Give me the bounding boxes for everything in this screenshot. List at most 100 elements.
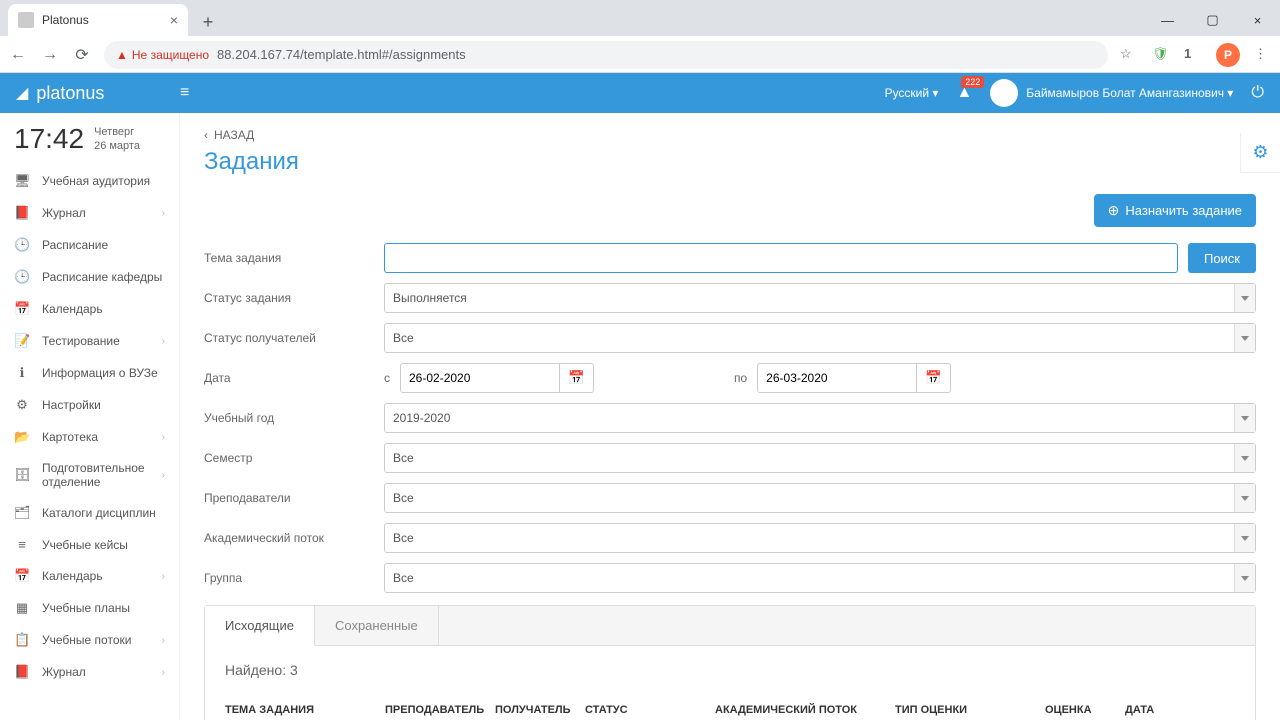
url-input[interactable]: ▲ Не защищено 88.204.167.74/template.htm… <box>104 41 1108 69</box>
logo[interactable]: ◢ platonus <box>16 83 180 104</box>
shield-icon[interactable]: 🛡 <box>1152 46 1170 64</box>
sidebar-item[interactable]: ≡Учебные кейсы <box>0 529 179 560</box>
browser-tab[interactable]: Platonus × <box>8 4 188 36</box>
calendar-icon[interactable]: 📅 <box>560 363 594 393</box>
sidebar-label: Расписание кафедры <box>42 270 165 284</box>
year-select[interactable]: 2019-2020 <box>384 403 1256 433</box>
close-icon[interactable]: × <box>170 12 178 28</box>
stream-label: Академический поток <box>204 531 384 545</box>
sidebar-icon: 🕒 <box>14 269 30 285</box>
tab-outgoing[interactable]: Исходящие <box>205 606 315 646</box>
tab-bar: Platonus × + — ▢ × <box>0 0 1280 36</box>
chevron-right-icon: › <box>162 208 165 219</box>
sidebar-item[interactable]: 🗄Подготовительное отделение› <box>0 453 179 497</box>
sidebar-label: Картотека <box>42 430 150 444</box>
sidebar-item[interactable]: 📅 Календарь › <box>0 560 179 592</box>
sidebar-label: Учебные планы <box>42 601 165 615</box>
sidebar-item[interactable]: 📋Учебные потоки› <box>0 624 179 656</box>
menu-icon[interactable]: ⋮ <box>1254 46 1272 64</box>
date-from-input[interactable] <box>400 363 560 393</box>
logo-text: platonus <box>36 83 104 104</box>
clock: 17:42 Четверг 26 марта <box>0 113 179 165</box>
sidebar-icon: ▦ <box>14 600 30 616</box>
stream-select[interactable]: Все <box>384 523 1256 553</box>
sidebar-item[interactable]: ℹИнформация о ВУЗе <box>0 357 179 389</box>
extension-icons: ☆ 🛡 1 P ⋮ <box>1120 43 1272 67</box>
sidebar-item[interactable]: ▦ Учебные планы <box>0 592 179 624</box>
window-controls: — ▢ × <box>1145 4 1280 36</box>
tab-saved[interactable]: Сохраненные <box>315 606 439 645</box>
content: ‹ НАЗАД Задания ⚙ Назначить задание Тема… <box>180 113 1280 720</box>
found-count: Найдено: 3 <box>205 646 1255 694</box>
sidebar-item[interactable]: 🕒Расписание <box>0 229 179 261</box>
calendar-icon[interactable]: 📅 <box>917 363 951 393</box>
year-label: Учебный год <box>204 411 384 425</box>
chevron-right-icon: › <box>162 571 165 582</box>
chevron-right-icon: › <box>162 336 165 347</box>
date-label: Дата <box>204 371 384 385</box>
teachers-label: Преподаватели <box>204 491 384 505</box>
sidebar-item[interactable]: ⚙Настройки <box>0 389 179 421</box>
user-menu[interactable]: Баймамыров Болат Амангазинович ▾ <box>990 79 1233 107</box>
chevron-right-icon: › <box>162 432 165 443</box>
maximize-button[interactable]: ▢ <box>1190 4 1235 36</box>
sidebar-item[interactable]: 📂 Картотека › <box>0 421 179 453</box>
chevron-right-icon: › <box>162 470 165 481</box>
notifications-button[interactable]: ▲ 222 <box>956 84 972 102</box>
sidebar-label: Учебные потоки <box>42 633 150 647</box>
status-select[interactable]: Выполняется <box>384 283 1256 313</box>
minimize-button[interactable]: — <box>1145 4 1190 36</box>
gear-icon[interactable]: ⚙ <box>1240 133 1280 173</box>
sidebar-item[interactable]: 📕Журнал› <box>0 656 179 688</box>
sidebar-label: Календарь <box>42 569 150 583</box>
sidebar-item[interactable]: 🖥Учебная аудитория <box>0 165 179 197</box>
star-icon[interactable]: ☆ <box>1120 46 1138 64</box>
sidebar-icon: ⚙ <box>14 397 30 413</box>
semester-select[interactable]: Все <box>384 443 1256 473</box>
new-tab-button[interactable]: + <box>194 8 222 36</box>
sidebar-item[interactable]: 📝Тестирование› <box>0 325 179 357</box>
hamburger-icon[interactable]: ≡ <box>180 84 189 102</box>
language-select[interactable]: Русский ▾ <box>885 86 939 100</box>
teachers-select[interactable]: Все <box>384 483 1256 513</box>
reload-button[interactable]: ⟳ <box>72 45 92 65</box>
profile-avatar[interactable]: P <box>1216 43 1240 67</box>
topic-input[interactable] <box>384 243 1178 273</box>
group-label: Группа <box>204 571 384 585</box>
filters: Тема задания Поиск Статус задания Выполн… <box>180 243 1280 593</box>
logo-icon: ◢ <box>16 83 28 103</box>
sidebar-label: Журнал <box>42 665 150 679</box>
col-recipient: ПОЛУЧАТЕЛЬ <box>495 704 585 716</box>
sidebar-item[interactable]: 📅Календарь <box>0 293 179 325</box>
sidebar-label: Информация о ВУЗе <box>42 366 165 380</box>
sidebar-icon: 📂 <box>14 429 30 445</box>
assign-button[interactable]: Назначить задание <box>1094 194 1256 227</box>
sidebar-item[interactable]: 🕒 Расписание кафедры <box>0 261 179 293</box>
content-header: ‹ НАЗАД Задания ⚙ <box>180 113 1280 184</box>
date-to-input[interactable] <box>757 363 917 393</box>
clock-date: Четверг 26 марта <box>94 125 140 154</box>
group-select[interactable]: Все <box>384 563 1256 593</box>
sidebar-icon: 🗂 <box>14 505 30 521</box>
chevron-right-icon: › <box>162 635 165 646</box>
semester-label: Семестр <box>204 451 384 465</box>
sidebar-item[interactable]: 🗂Каталоги дисциплин <box>0 497 179 529</box>
recipient-status-label: Статус получателей <box>204 331 384 345</box>
sidebar-item[interactable]: 📕Журнал› <box>0 197 179 229</box>
search-button[interactable]: Поиск <box>1188 243 1256 273</box>
recipient-status-select[interactable]: Все <box>384 323 1256 353</box>
page-title: Задания <box>204 148 1256 176</box>
power-icon[interactable]: ⏻ <box>1251 84 1264 102</box>
back-button[interactable]: ← <box>8 46 28 64</box>
address-bar: ← → ⟳ ▲ Не защищено 88.204.167.74/templa… <box>0 36 1280 73</box>
browser-chrome: Platonus × + — ▢ × ← → ⟳ ▲ Не защищено 8… <box>0 0 1280 73</box>
sidebar-icon: 📕 <box>14 664 30 680</box>
sidebar-icon: 📅 <box>14 568 30 584</box>
one-icon[interactable]: 1 <box>1184 46 1202 64</box>
col-stream: АКАДЕМИЧЕСКИЙ ПОТОК <box>715 704 895 716</box>
back-link[interactable]: ‹ НАЗАД <box>204 128 254 142</box>
forward-button[interactable]: → <box>40 46 60 64</box>
status-label: Статус задания <box>204 291 384 305</box>
close-window-button[interactable]: × <box>1235 4 1280 36</box>
sidebar-icon: 📅 <box>14 301 30 317</box>
